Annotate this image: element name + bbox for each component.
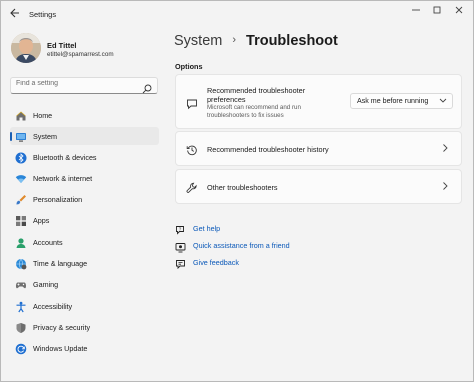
app-title: Settings — [29, 10, 57, 19]
sidebar-item-personalization[interactable]: Personalization — [10, 190, 159, 208]
globe-clock-icon — [15, 257, 27, 270]
feedback-icon — [175, 257, 186, 270]
selection-indicator — [10, 132, 12, 141]
sidebar-item-label: Gaming — [33, 280, 59, 289]
sidebar-item-accounts[interactable]: Accounts — [10, 233, 159, 251]
avatar[interactable] — [11, 33, 41, 63]
sidebar-item-accessibility[interactable]: Accessibility — [10, 297, 159, 315]
chevron-right-icon — [441, 181, 449, 193]
sidebar-item-label: Time & language — [33, 259, 88, 268]
update-icon — [15, 342, 27, 355]
breadcrumb-separator: › — [232, 34, 237, 46]
other-troubleshooters-title: Other troubleshooters — [207, 183, 278, 192]
wrench-icon — [186, 181, 198, 193]
sidebar-item-time-language[interactable]: Time & language — [10, 254, 159, 272]
chevron-right-icon — [441, 143, 449, 155]
user-email: etittel@spamarrest.com — [47, 51, 114, 58]
help-icon: ? — [175, 223, 186, 235]
paintbrush-icon — [15, 193, 27, 205]
sidebar-item-network[interactable]: Network & internet — [10, 169, 159, 187]
quick-assist-text[interactable]: Quick assistance from a friend — [193, 241, 290, 250]
troubleshooter-history-title: Recommended troubleshooter history — [207, 145, 329, 154]
wifi-icon — [15, 172, 27, 184]
sidebar-item-windows-update[interactable]: Windows Update — [10, 339, 159, 357]
shield-icon — [15, 321, 27, 333]
settings-window: Settings Ed Tittel etittel@spamarrest.co… — [0, 0, 474, 382]
search-input[interactable] — [16, 80, 136, 87]
quick-assist-icon — [175, 240, 186, 253]
sidebar-item-system[interactable]: System — [10, 127, 159, 145]
sidebar-item-label: Accounts — [33, 238, 63, 247]
close-button[interactable] — [450, 5, 468, 19]
search-icon[interactable] — [142, 81, 152, 94]
apps-icon — [15, 214, 27, 226]
gamepad-icon — [15, 278, 27, 290]
sidebar-item-label: Privacy & security — [33, 323, 91, 332]
monitor-icon — [15, 130, 27, 142]
title-bar: Settings — [1, 1, 473, 29]
get-help-text[interactable]: Get help — [193, 224, 220, 233]
sidebar-item-label: Accessibility — [33, 302, 73, 311]
sidebar-item-label: System — [33, 132, 57, 141]
chat-bubble-icon — [186, 97, 198, 110]
accessibility-icon — [15, 300, 27, 313]
bluetooth-icon — [15, 151, 27, 164]
sidebar-item-label: Personalization — [33, 195, 83, 204]
give-feedback-text[interactable]: Give feedback — [193, 258, 239, 267]
maximize-button[interactable] — [428, 5, 446, 19]
page-title: Troubleshoot — [246, 33, 338, 49]
sidebar-item-label: Windows Update — [33, 344, 88, 353]
history-icon — [186, 143, 198, 156]
search-box[interactable] — [10, 77, 158, 94]
breadcrumb-parent[interactable]: System — [174, 33, 222, 49]
sidebar-item-bluetooth[interactable]: Bluetooth & devices — [10, 148, 159, 166]
sidebar-item-gaming[interactable]: Gaming — [10, 275, 159, 293]
user-name: Ed Tittel — [47, 41, 77, 50]
troubleshooter-preference-dropdown[interactable]: Ask me before running — [350, 93, 453, 109]
sidebar-item-label: Apps — [33, 216, 50, 225]
person-icon — [15, 236, 27, 248]
section-title: Options — [175, 62, 203, 71]
breadcrumb: System › Troubleshoot — [174, 33, 338, 49]
sidebar-item-label: Network & internet — [33, 174, 93, 183]
sidebar-item-label: Home — [33, 111, 53, 120]
recommended-preferences-title: Recommended troubleshooter preferences — [207, 86, 306, 104]
chevron-down-icon — [439, 96, 447, 106]
troubleshooter-history-card[interactable]: Recommended troubleshooter history — [175, 131, 462, 166]
sidebar-item-home[interactable]: Home — [10, 106, 159, 124]
sidebar-item-privacy[interactable]: Privacy & security — [10, 318, 159, 336]
minimize-button[interactable] — [407, 5, 425, 19]
other-troubleshooters-card[interactable]: Other troubleshooters — [175, 169, 462, 204]
sidebar-item-label: Bluetooth & devices — [33, 153, 97, 162]
home-icon — [15, 109, 27, 121]
recommended-preferences-description: Microsoft can recommend and run troubles… — [207, 104, 301, 119]
sidebar-item-apps[interactable]: Apps — [10, 211, 159, 229]
dropdown-value: Ask me before running — [357, 97, 429, 105]
back-arrow-icon[interactable] — [9, 7, 23, 21]
svg-text:?: ? — [179, 226, 182, 231]
